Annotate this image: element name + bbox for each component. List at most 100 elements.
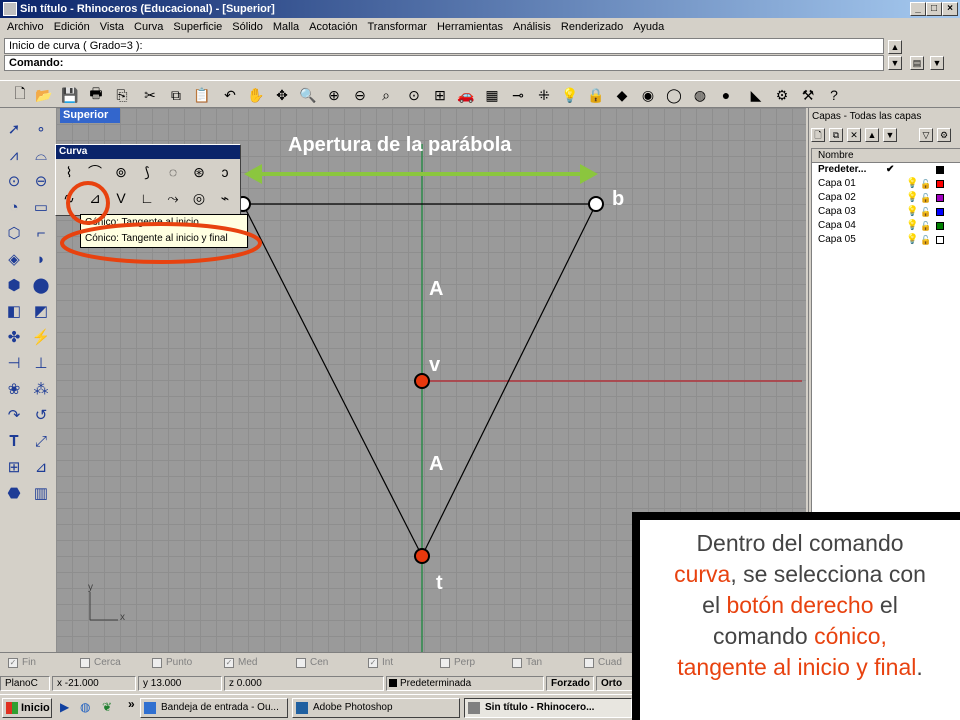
start-label: Inicio <box>21 702 50 714</box>
layer-visible-bulb-icon[interactable]: 💡 <box>906 191 918 205</box>
quicklaunch-app-icon[interactable]: ❦ <box>102 700 112 714</box>
osnap-label: Perp <box>454 657 476 668</box>
layer-unlock-icon[interactable]: 🔓 <box>920 191 931 205</box>
ortho-toggle[interactable]: Orto <box>596 675 636 691</box>
layer-color-swatch[interactable] <box>936 180 944 188</box>
media-player-icon[interactable]: ▶ <box>60 700 69 714</box>
current-layer-check-icon: ✔ <box>886 164 895 175</box>
note-line-5: . <box>916 654 923 680</box>
note-line-1: Dentro del comando <box>696 530 904 556</box>
x-coordinate: x -21.000 <box>52 675 136 691</box>
osnap-checkbox[interactable] <box>296 657 306 668</box>
layer-color-swatch[interactable] <box>936 208 944 216</box>
osnap-label: Fin <box>22 657 36 668</box>
layer-visible-bulb-icon[interactable]: 💡 <box>906 177 918 191</box>
osnap-3[interactable]: ✓ Med <box>224 657 296 668</box>
layer-unlock-icon[interactable]: 🔓 <box>920 219 931 233</box>
osnap-4[interactable]: Cen <box>296 657 368 668</box>
current-layer[interactable]: Predeterminada <box>386 675 544 691</box>
layer-visible-bulb-icon[interactable]: 💡 <box>906 205 918 219</box>
osnap-5[interactable]: ✓ Int <box>368 657 440 668</box>
note-line-2: , se selecciona con <box>730 561 926 587</box>
photoshop-icon <box>296 702 308 714</box>
layers-toolbar: 🗋 ⧉ ✕ ▲ ▼ ▽ ⚙ <box>809 126 960 144</box>
task-rhinoceros[interactable]: Sin título - Rhinocero... <box>464 698 632 718</box>
osnap-label: Med <box>238 657 258 668</box>
osnap-checkbox[interactable] <box>80 657 90 668</box>
layer-unlock-icon[interactable]: 🔓 <box>920 177 931 191</box>
layer-options-icon[interactable]: ⚙ <box>937 128 951 142</box>
conic-icon-highlight <box>66 181 110 225</box>
osnap-label: Cen <box>310 657 329 668</box>
task-outlook[interactable]: Bandeja de entrada - Ou... <box>140 698 288 718</box>
new-layer-icon[interactable]: 🗋 <box>811 128 825 142</box>
osnap-label: Cuad <box>598 657 622 668</box>
layer-color-swatch <box>389 679 397 687</box>
start-button[interactable]: Inicio <box>2 698 52 718</box>
snap-toggle[interactable]: Forzado <box>546 675 594 691</box>
osnap-label: Int <box>382 657 394 668</box>
layer-color-swatch[interactable] <box>936 236 944 244</box>
rhino-task-icon <box>468 702 480 714</box>
layer-row[interactable]: Capa 03 💡 🔓 <box>812 205 960 219</box>
osnap-7[interactable]: Tan <box>512 657 584 668</box>
layer-row[interactable]: Capa 02 💡 🔓 <box>812 191 960 205</box>
delete-layer-icon[interactable]: ✕ <box>847 128 861 142</box>
layer-name: Capa 05 <box>818 234 856 245</box>
browser-icon[interactable]: ◍ <box>80 700 90 714</box>
layer-table-header: Nombre <box>812 149 960 163</box>
layer-name: Capa 03 <box>818 206 856 217</box>
layer-visible-bulb-icon[interactable]: 💡 <box>906 233 918 247</box>
layer-up-icon[interactable]: ▲ <box>865 128 879 142</box>
note-curva: curva <box>674 561 731 587</box>
new-sublayer-icon[interactable]: ⧉ <box>829 128 843 142</box>
windows-logo-icon <box>6 702 18 714</box>
osnap-1[interactable]: Cerca <box>80 657 152 668</box>
z-coordinate: z 0.000 <box>224 675 384 691</box>
task-outlook-label: Bandeja de entrada - Ou... <box>161 702 279 713</box>
layer-name: Capa 01 <box>818 178 856 189</box>
osnap-label: Cerca <box>94 657 121 668</box>
layer-row[interactable]: Predeter... ✔ <box>812 163 960 177</box>
layer-row[interactable]: Capa 01 💡 🔓 <box>812 177 960 191</box>
osnap-2[interactable]: Punto <box>152 657 224 668</box>
tooltip-highlight <box>60 222 262 264</box>
osnap-checkbox[interactable] <box>584 657 594 668</box>
layers-header: Capas - Todas las capas <box>812 111 922 122</box>
layer-visible-bulb-icon[interactable]: 💡 <box>906 219 918 233</box>
layer-name: Predeter... <box>818 164 867 175</box>
layer-filter-icon[interactable]: ▽ <box>919 128 933 142</box>
osnap-checkbox[interactable] <box>440 657 450 668</box>
explanation-box: Dentro del comando curva, se selecciona … <box>632 512 960 720</box>
layer-down-icon[interactable]: ▼ <box>883 128 897 142</box>
layer-color-swatch[interactable] <box>936 194 944 202</box>
task-photoshop-label: Adobe Photoshop <box>313 702 393 713</box>
layer-color-swatch[interactable] <box>936 222 944 230</box>
layer-color-swatch[interactable] <box>936 166 944 174</box>
cplane-indicator[interactable]: PlanoC <box>0 675 50 691</box>
osnap-checkbox[interactable]: ✓ <box>8 657 18 668</box>
current-layer-label: Predeterminada <box>400 677 472 689</box>
osnap-label: Punto <box>166 657 193 668</box>
y-coordinate: y 13.000 <box>138 675 222 691</box>
note-tangente: tangente al inicio y final <box>677 654 917 680</box>
layer-name: Capa 02 <box>818 192 856 203</box>
note-line-3b: el <box>873 592 898 618</box>
note-conico: cónico, <box>814 623 887 649</box>
layer-row[interactable]: Capa 04 💡 🔓 <box>812 219 960 233</box>
osnap-6[interactable]: Perp <box>440 657 512 668</box>
task-photoshop[interactable]: Adobe Photoshop <box>292 698 460 718</box>
osnap-checkbox[interactable] <box>152 657 162 668</box>
osnap-checkbox[interactable] <box>512 657 522 668</box>
layer-unlock-icon[interactable]: 🔓 <box>920 205 931 219</box>
osnap-checkbox[interactable]: ✓ <box>224 657 234 668</box>
layer-row[interactable]: Capa 05 💡 🔓 <box>812 233 960 247</box>
osnap-checkbox[interactable]: ✓ <box>368 657 378 668</box>
osnap-label: Tan <box>526 657 543 668</box>
note-line-4: comando <box>713 623 815 649</box>
quicklaunch-chevron[interactable]: » <box>128 697 135 711</box>
layer-unlock-icon[interactable]: 🔓 <box>920 233 931 247</box>
note-line-3a: el <box>702 592 727 618</box>
name-column-header[interactable]: Nombre <box>818 150 854 161</box>
osnap-0[interactable]: ✓ Fin <box>8 657 80 668</box>
